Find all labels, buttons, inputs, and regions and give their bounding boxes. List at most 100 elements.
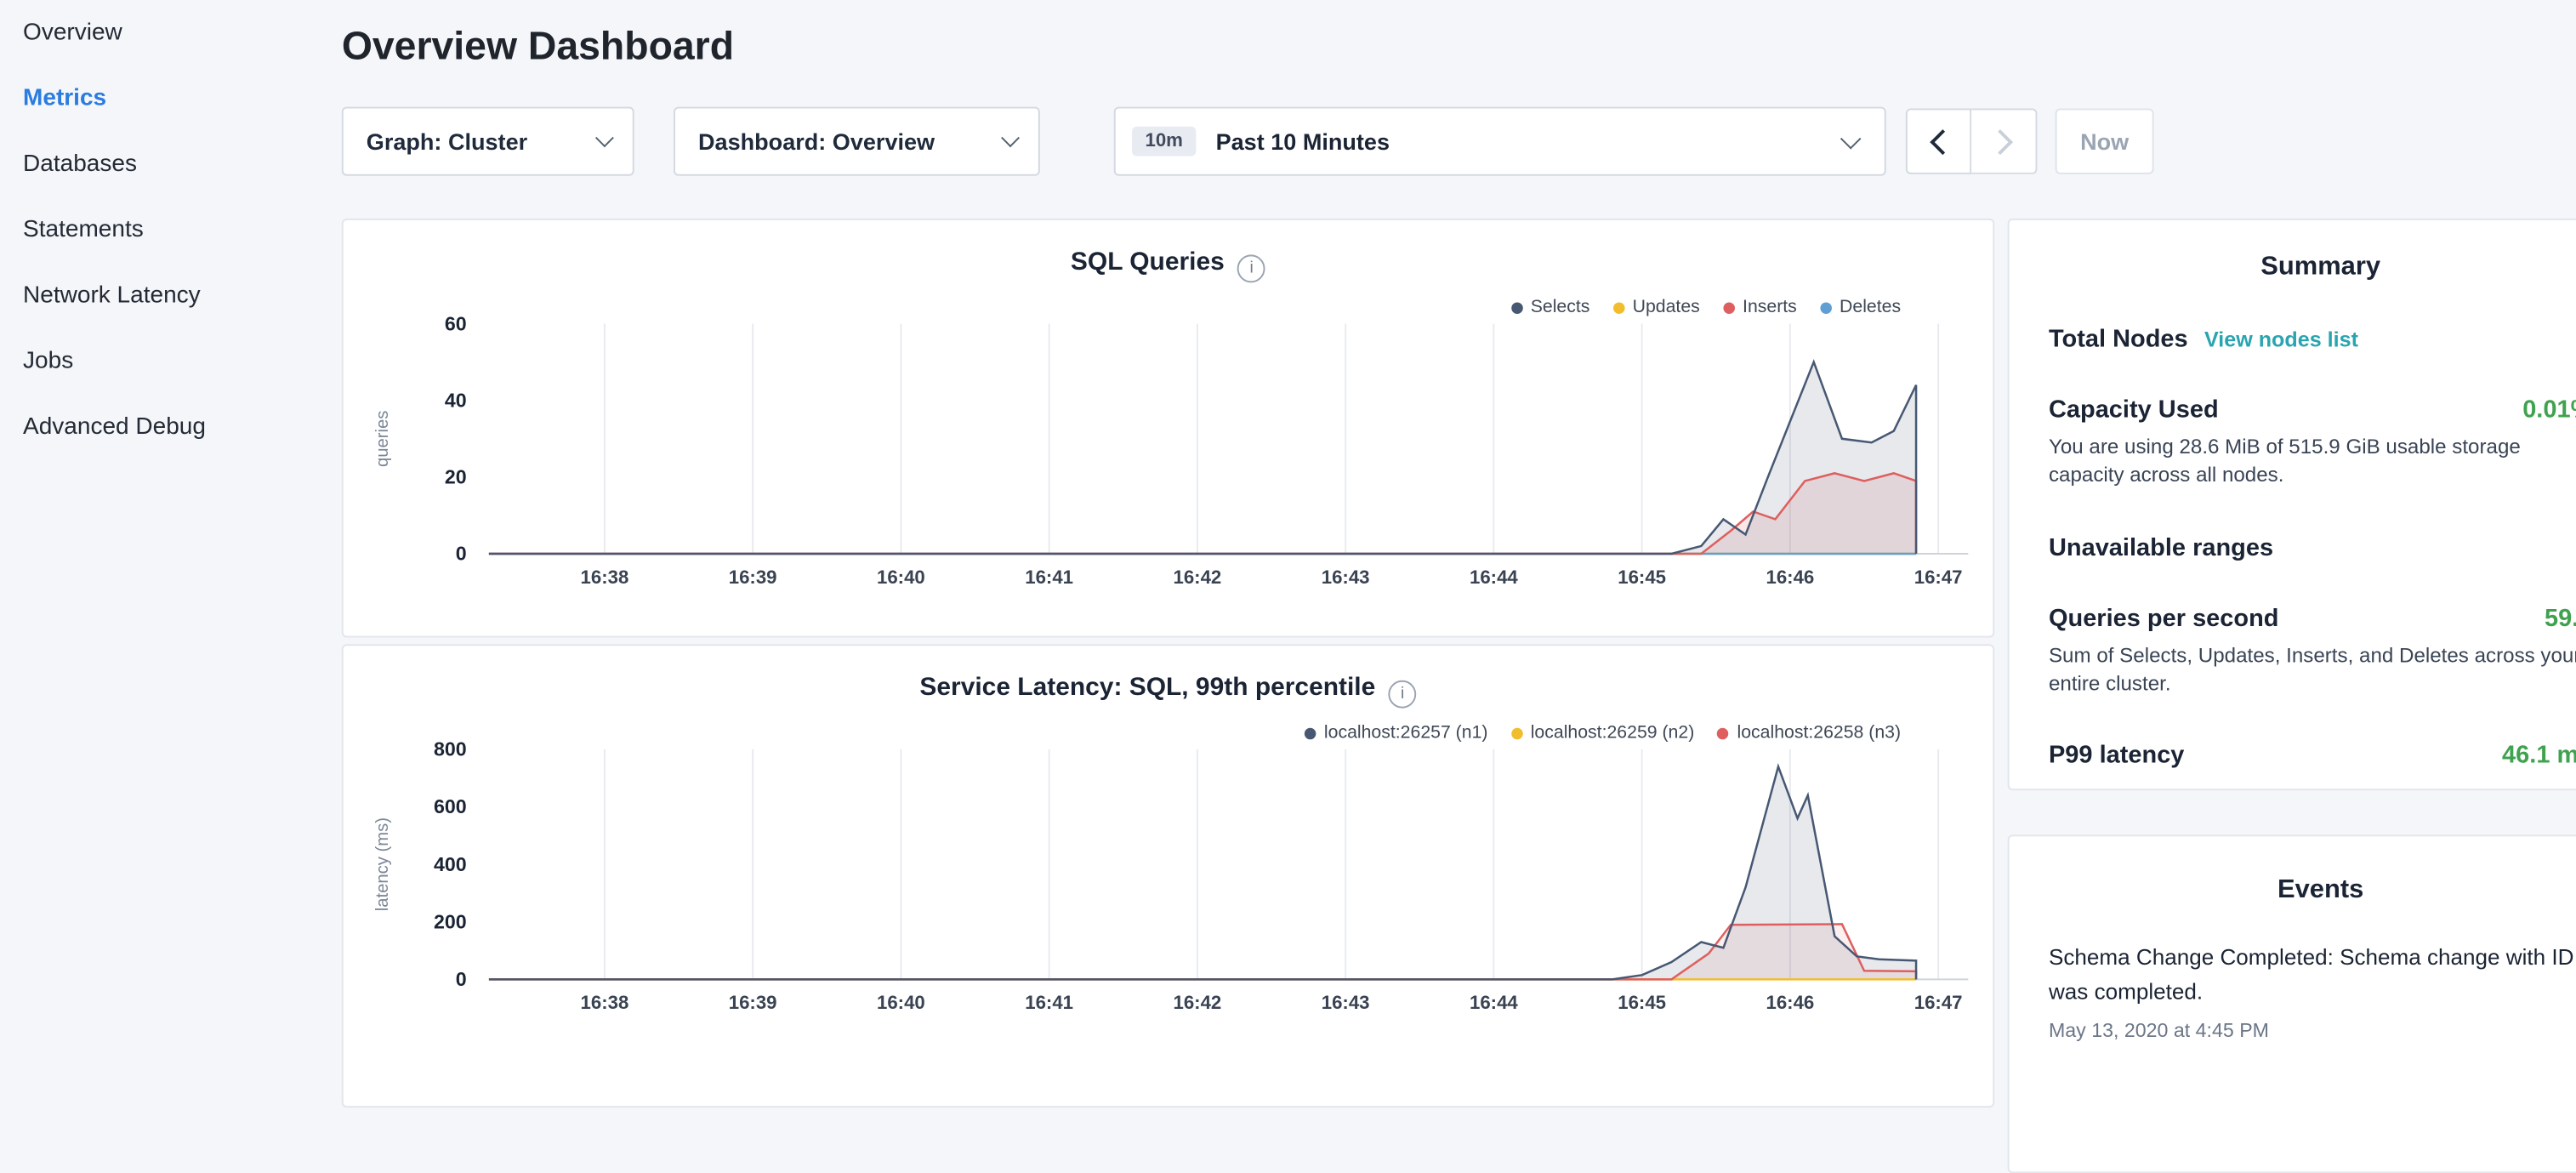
summary-metric-label: Unavailable ranges — [2049, 533, 2273, 561]
chevron-right-icon — [1987, 128, 2013, 154]
summary-metric-label: P99 latency — [2049, 741, 2184, 769]
x-tick-label: 16:41 — [1025, 567, 1073, 588]
x-tick-label: 16:45 — [1618, 992, 1666, 1013]
y-tick-label: 200 — [434, 910, 467, 932]
x-tick-label: 16:38 — [581, 992, 629, 1013]
service-latency-chart: 16:38 16:39 16:40 16:41 16:42 16:43 16:44 16:45… — [355, 739, 1981, 1027]
app-root: OverviewMetricsDatabasesStatementsNetwor… — [0, 0, 2576, 1051]
info-icon[interactable]: i — [1237, 254, 1265, 282]
summary-metrics: Total NodesView nodes list3Capacity Used… — [2049, 325, 2576, 769]
x-tick-label: 16:45 — [1618, 567, 1666, 588]
x-tick-label: 16:42 — [1173, 567, 1221, 588]
x-tick-label: 16:44 — [1470, 992, 1518, 1013]
y-tick-label: 400 — [434, 853, 467, 875]
event-item[interactable]: Schema Change Completed: Schema change w… — [2049, 942, 2576, 1042]
sidebar-item-jobs[interactable]: Jobs — [0, 328, 322, 394]
x-tick-label: 16:44 — [1470, 567, 1518, 588]
summary-metric-header: Unavailable ranges0 — [2049, 533, 2576, 561]
graph-scope-label: Graph: Cluster — [367, 128, 527, 155]
sidebar-item-overview[interactable]: Overview — [0, 0, 322, 65]
summary-metric-label: Total Nodes — [2049, 325, 2188, 353]
sql-queries-chart: 16:38 16:39 16:40 16:41 16:42 16:43 16:44 16:45… — [355, 314, 1981, 601]
summary-metric: Queries per second59.7 Sum of Selects, Up… — [2049, 604, 2576, 698]
x-tick-label: 16:42 — [1173, 992, 1221, 1013]
summary-metric-value: 0.01% — [2522, 396, 2576, 424]
dashboard-dropdown[interactable]: Dashboard: Overview — [674, 107, 1040, 176]
series-line-Inserts — [489, 473, 1916, 554]
chart-title-text: SQL Queries — [1071, 248, 1225, 276]
x-tick-label: 16:40 — [877, 992, 925, 1013]
sidebar-item-metrics[interactable]: Metrics — [0, 65, 322, 131]
time-window-selector[interactable]: 10m Past 10 Minutes — [1114, 107, 1886, 176]
now-button[interactable]: Now — [2056, 108, 2154, 174]
summary-metric: Total NodesView nodes list3 — [2049, 325, 2576, 353]
y-tick-label: 60 — [445, 314, 467, 334]
y-tick-label: 40 — [445, 389, 467, 411]
x-tick-label: 16:39 — [729, 567, 777, 588]
y-tick-label: 0 — [456, 543, 467, 565]
sidebar-item-advanced-debug[interactable]: Advanced Debug — [0, 395, 322, 460]
time-nav-buttons — [1906, 108, 2038, 174]
time-forward-button[interactable] — [1971, 108, 2037, 174]
x-tick-label: 16:38 — [581, 567, 629, 588]
x-tick-label: 16:41 — [1025, 992, 1073, 1013]
summary-metric-label: Capacity Used — [2049, 396, 2219, 424]
summary-metric-description: Sum of Selects, Updates, Inserts, and De… — [2049, 641, 2576, 698]
x-tick-label: 16:47 — [1914, 992, 1963, 1013]
summary-metric: P99 latency 46.1 ms — [2049, 741, 2576, 769]
time-window-badge: 10m — [1132, 127, 1196, 157]
legend-dot — [1511, 727, 1523, 739]
summary-metric-header: Queries per second59.7 — [2049, 604, 2576, 632]
summary-metric: Unavailable ranges0 — [2049, 533, 2576, 561]
series-area-localhost:26257 (n1) — [489, 766, 1916, 979]
y-axis-label: latency (ms) — [373, 817, 392, 911]
chevron-down-icon — [1001, 128, 1020, 147]
page-title: Overview Dashboard — [342, 25, 734, 71]
x-tick-label: 16:46 — [1766, 992, 1814, 1013]
chevron-left-icon — [1929, 128, 1954, 154]
sql-queries-panel: SQL Queriesi SelectsUpdatesInsertsDelete… — [342, 219, 1994, 638]
sidebar-item-statements[interactable]: Statements — [0, 197, 322, 263]
chevron-down-icon — [1840, 128, 1862, 149]
summary-metric-value: 46.1 ms — [2502, 741, 2576, 769]
legend-dot — [1511, 301, 1523, 313]
graph-scope-dropdown[interactable]: Graph: Cluster — [342, 107, 634, 176]
legend-dot — [1820, 301, 1832, 313]
series-line-Selects — [489, 362, 1916, 554]
event-timestamp: May 13, 2020 at 4:45 PM — [2049, 1018, 2576, 1041]
x-tick-label: 16:39 — [729, 992, 777, 1013]
chart-title-text: Service Latency: SQL, 99th percentile — [919, 674, 1375, 702]
summary-metric-value: 59.7 — [2545, 604, 2576, 632]
chart-title: SQL Queries i — [344, 248, 1993, 283]
summary-metric-description: You are using 28.6 MiB of 515.9 GiB usab… — [2049, 434, 2576, 491]
controls-bar: Graph: Cluster Dashboard: Overview 10m P… — [342, 107, 2154, 176]
x-tick-label: 16:43 — [1322, 992, 1370, 1013]
summary-title: Summary — [2049, 253, 2576, 282]
y-tick-label: 20 — [445, 466, 467, 488]
y-tick-label: 600 — [434, 795, 467, 817]
y-tick-label: 800 — [434, 739, 467, 760]
summary-metric-header: Total NodesView nodes list3 — [2049, 325, 2576, 353]
time-back-button[interactable] — [1906, 108, 1971, 174]
summary-metric-header: P99 latency 46.1 ms — [2049, 741, 2576, 769]
summary-metric-header: Capacity Used 0.01% — [2049, 396, 2576, 424]
legend-dot — [1612, 301, 1624, 313]
dashboard-label: Dashboard: Overview — [698, 128, 935, 155]
view-nodes-link[interactable]: View nodes list — [2204, 327, 2358, 351]
service-latency-panel: Service Latency: SQL, 99th percentile i l… — [342, 644, 1994, 1108]
legend-dot — [1723, 301, 1735, 313]
legend-dot — [1717, 727, 1729, 739]
x-tick-label: 16:43 — [1322, 567, 1370, 588]
chevron-down-icon — [595, 128, 614, 147]
info-icon[interactable]: i — [1389, 680, 1417, 709]
chart-title: Service Latency: SQL, 99th percentile i — [344, 674, 1993, 709]
x-tick-label: 16:40 — [877, 567, 925, 588]
x-tick-label: 16:47 — [1914, 567, 1963, 588]
y-tick-label: 0 — [456, 968, 467, 990]
sidebar-item-databases[interactable]: Databases — [0, 132, 322, 197]
time-window-label: Past 10 Minutes — [1216, 128, 1844, 155]
series-area-Inserts — [489, 473, 1916, 554]
event-text: Schema Change Completed: Schema change w… — [2049, 942, 2576, 1011]
sidebar-item-network-latency[interactable]: Network Latency — [0, 263, 322, 328]
summary-metric: Capacity Used 0.01% You are using 28.6 MiB… — [2049, 396, 2576, 491]
